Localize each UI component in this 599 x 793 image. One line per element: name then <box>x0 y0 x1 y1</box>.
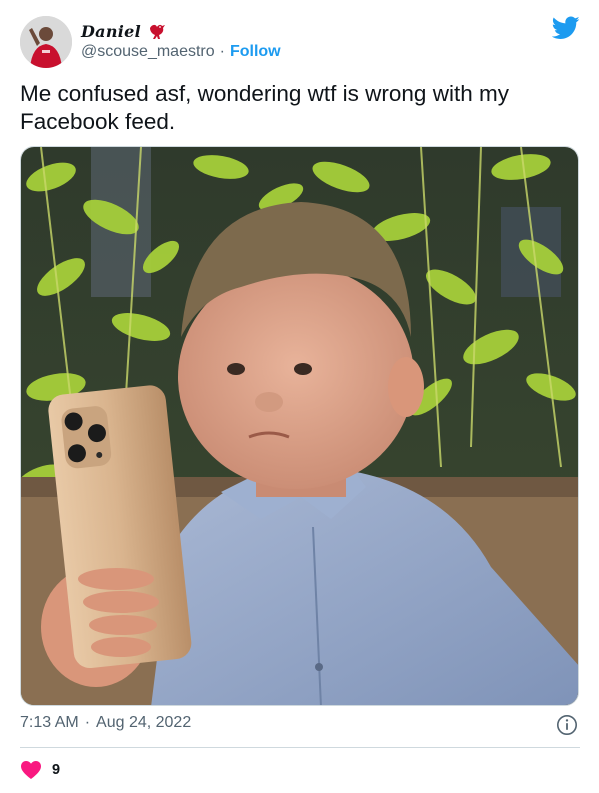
tweet-text: Me confused asf, wondering wtf is wrong … <box>20 81 509 134</box>
tweet-header: Daniel @scouse_maestro · Follow <box>20 14 580 70</box>
display-name[interactable]: Daniel <box>81 22 141 41</box>
avatar-image <box>20 16 72 68</box>
like-count: 9 <box>52 762 61 778</box>
photo-content <box>21 147 578 705</box>
user-handle[interactable]: @scouse_maestro <box>81 43 215 60</box>
heart-icon <box>21 761 41 779</box>
info-icon[interactable] <box>556 714 578 736</box>
tweet-date[interactable]: Aug 24, 2022 <box>96 714 191 731</box>
twitter-bird-icon[interactable] <box>552 16 580 40</box>
timestamp-row: 7:13 AM · Aug 24, 2022 <box>20 714 580 738</box>
divider <box>20 747 580 748</box>
handle-separator: · <box>219 43 225 60</box>
tweet-card: Daniel @scouse_maestro · Follow Me confuse… <box>0 0 599 793</box>
avatar[interactable] <box>20 16 72 68</box>
tweet-photo[interactable] <box>20 146 579 706</box>
tweet-time[interactable]: 7:13 AM <box>20 714 79 731</box>
like-button[interactable]: 9 <box>20 758 60 782</box>
handle-line: @scouse_maestro · Follow <box>81 43 281 61</box>
liver-bird-icon <box>150 24 166 39</box>
timestamp-separator: · <box>84 714 91 731</box>
name-line: Daniel <box>81 20 167 42</box>
follow-button[interactable]: Follow <box>230 43 281 60</box>
